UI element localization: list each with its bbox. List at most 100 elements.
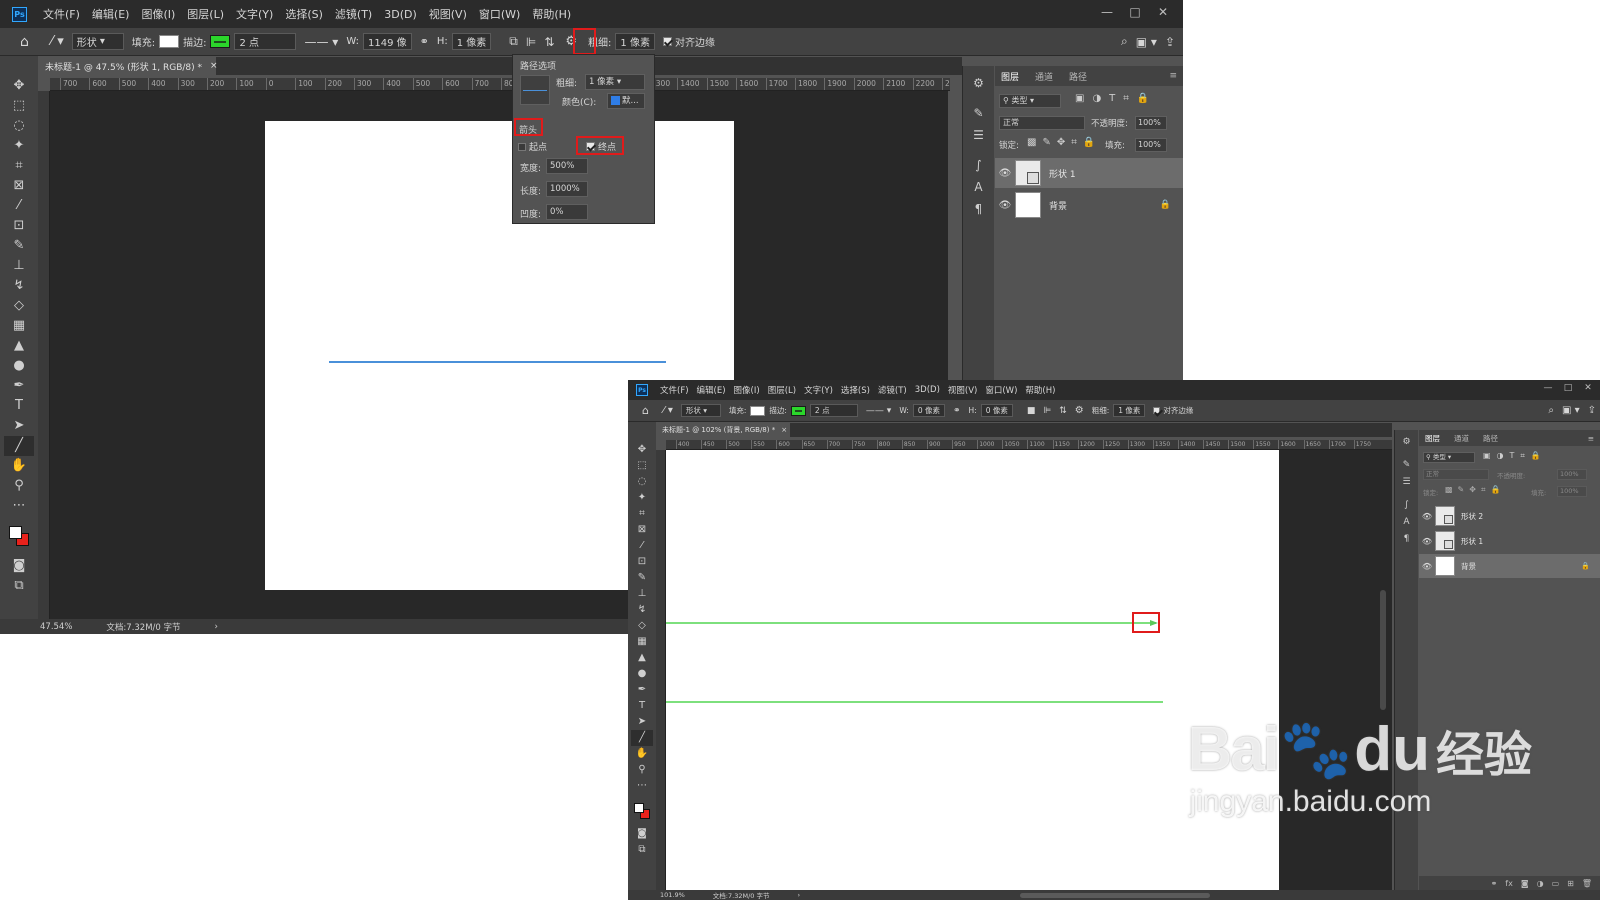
link-icon[interactable]: ⚭ — [420, 35, 429, 48]
blend-mode-select[interactable]: 正常 — [1423, 469, 1489, 480]
path-arrangement-icon[interactable]: ⇅ — [1059, 406, 1067, 416]
blend-mode-select[interactable]: 正常 — [999, 116, 1085, 130]
line-tool-icon[interactable]: ╱ — [4, 436, 34, 456]
search-icon[interactable]: ⌕ — [1121, 34, 1128, 49]
menu-image[interactable]: 图像(I) — [730, 384, 764, 396]
document-tab[interactable]: 未标题-1 @ 47.5% (形状 1, RGB/8) * × — [38, 57, 218, 75]
tab-layers[interactable]: 图层 — [1001, 70, 1019, 83]
tool-mode-select[interactable]: 形状 ▾ — [680, 404, 721, 417]
eraser-tool-icon[interactable]: ◇ — [4, 296, 34, 316]
canvas-area[interactable] — [666, 450, 1392, 890]
horizontal-scrollbar[interactable] — [1020, 892, 1211, 898]
maximize-button[interactable]: □ — [1558, 380, 1578, 396]
weight-input[interactable]: 1 像素 — [615, 33, 655, 50]
paragraph-icon[interactable]: ¶ — [1404, 531, 1410, 548]
share-icon[interactable]: ⇪ — [1165, 35, 1175, 49]
path-color-select[interactable]: 默... — [607, 93, 645, 109]
close-tab-icon[interactable]: × — [210, 61, 218, 71]
gradient-tool-icon[interactable]: ▦ — [631, 634, 653, 650]
link-layers-icon[interactable]: ⚭ — [1491, 879, 1498, 888]
maximize-button[interactable]: □ — [1121, 0, 1149, 24]
line-tool-preset-icon[interactable]: ⁄ ▾ — [51, 34, 64, 49]
zoom-tool-icon[interactable]: ⚲ — [4, 476, 34, 496]
fill-swatch[interactable] — [750, 405, 766, 416]
type-tool-icon[interactable]: T — [631, 698, 653, 714]
home-icon[interactable]: ⌂ — [642, 404, 649, 417]
screen-mode-icon[interactable]: ⧉ — [631, 842, 653, 858]
minimize-button[interactable]: — — [1093, 0, 1121, 24]
crop-tool-icon[interactable]: ⌗ — [631, 506, 653, 522]
menu-filter[interactable]: 滤镜(T) — [874, 384, 911, 396]
healing-tool-icon[interactable]: ⊡ — [631, 554, 653, 570]
layer-filter-select[interactable]: ⚲ 类型 ▾ — [1423, 452, 1475, 463]
line-tool-preset-icon[interactable]: ⁄ ▾ — [663, 405, 673, 416]
layer-row-shape-1[interactable]: 👁 形状 1 — [1419, 529, 1600, 553]
lasso-tool-icon[interactable]: ◌ — [631, 474, 653, 490]
opacity-input[interactable]: 100% — [1135, 116, 1167, 130]
visibility-eye-icon[interactable]: 👁 — [995, 168, 1015, 179]
eraser-tool-icon[interactable]: ◇ — [631, 618, 653, 634]
properties-icon[interactable]: ⚙ — [973, 72, 984, 94]
lock-icons[interactable]: ▩✎✥⌗🔒 — [1027, 137, 1101, 148]
menu-view[interactable]: 视图(V) — [423, 6, 473, 22]
character-icon[interactable]: A — [1403, 514, 1409, 531]
paths-strip-icon[interactable]: ∫ — [975, 154, 981, 176]
settings-gear-icon[interactable]: ⚙ — [1075, 405, 1084, 416]
dodge-tool-icon[interactable]: ● — [631, 666, 653, 682]
weight-input[interactable]: 1 像素 — [1113, 404, 1146, 417]
menu-image[interactable]: 图像(I) — [135, 6, 181, 22]
tab-channels[interactable]: 通道 — [1454, 433, 1469, 444]
tab-paths[interactable]: 路径 — [1069, 70, 1087, 83]
more-tools-icon[interactable]: ⋯ — [631, 778, 653, 794]
path-selection-tool-icon[interactable]: ➤ — [631, 714, 653, 730]
stroke-swatch[interactable] — [790, 405, 806, 416]
layer-filter-icons[interactable]: ▣◑T⌗🔒 — [1075, 93, 1157, 104]
foreground-color-swatch[interactable] — [634, 803, 644, 813]
align-edges-checkbox[interactable]: 对齐边缘 — [662, 34, 715, 49]
more-tools-icon[interactable]: ⋯ — [4, 496, 34, 516]
frame-tool-icon[interactable]: ⊠ — [631, 522, 653, 538]
width-input[interactable]: 0 像素 — [912, 404, 945, 417]
stamp-tool-icon[interactable]: ⊥ — [631, 586, 653, 602]
tab-paths[interactable]: 路径 — [1483, 433, 1498, 444]
menu-file[interactable]: 文件(F) — [37, 6, 86, 22]
paragraph-icon[interactable]: ¶ — [975, 198, 983, 220]
home-icon[interactable]: ⌂ — [20, 34, 29, 50]
eyedropper-tool-icon[interactable]: ⁄ — [631, 538, 653, 554]
quick-mask-icon[interactable]: ◙ — [631, 826, 653, 842]
menu-edit[interactable]: 编辑(E) — [86, 6, 136, 22]
workspace-icon[interactable]: ▣ ▾ — [1562, 405, 1580, 416]
stroke-style-icon[interactable]: —— ▾ — [304, 35, 338, 49]
stamp-tool-icon[interactable]: ⊥ — [4, 256, 34, 276]
menu-window[interactable]: 窗口(W) — [473, 6, 526, 22]
path-alignment-icon[interactable]: ⊫ — [1043, 406, 1051, 416]
tab-layers[interactable]: 图层 — [1425, 433, 1440, 444]
adjustments-icon[interactable]: ☰ — [973, 124, 984, 146]
history-brush-icon[interactable]: ↯ — [631, 602, 653, 618]
link-icon[interactable]: ⚭ — [953, 406, 961, 416]
menu-layer[interactable]: 图层(L) — [764, 384, 800, 396]
height-input[interactable]: 1 像素 — [451, 33, 492, 50]
visibility-eye-icon[interactable]: 👁 — [1419, 562, 1435, 571]
green-line-shape[interactable] — [666, 701, 1163, 703]
menu-type[interactable]: 文字(Y) — [230, 6, 279, 22]
layer-row-background[interactable]: 👁 背景 🔒 — [995, 190, 1183, 220]
menu-layer[interactable]: 图层(L) — [181, 6, 230, 22]
screen-mode-icon[interactable]: ⧉ — [4, 576, 34, 596]
stroke-width-input[interactable]: 2 点 — [809, 404, 858, 417]
stroke-style-icon[interactable]: —— ▾ — [866, 406, 891, 416]
tab-channels[interactable]: 通道 — [1035, 70, 1053, 83]
path-operations-icon[interactable]: ⧉ — [509, 34, 518, 49]
add-mask-icon[interactable]: ◙ — [1521, 879, 1529, 888]
close-button[interactable]: ✕ — [1149, 0, 1177, 24]
panel-menu-icon[interactable]: ≡ — [1169, 71, 1177, 81]
stroke-swatch[interactable] — [210, 35, 231, 48]
lasso-tool-icon[interactable]: ◌ — [4, 116, 34, 136]
healing-tool-icon[interactable]: ⊡ — [4, 216, 34, 236]
type-tool-icon[interactable]: T — [4, 396, 34, 416]
brush-settings-icon[interactable]: ✎ — [1403, 457, 1411, 474]
move-tool-icon[interactable]: ✥ — [4, 76, 34, 96]
visibility-eye-icon[interactable]: 👁 — [1419, 537, 1435, 546]
fill-opacity-input[interactable]: 100% — [1557, 486, 1587, 497]
menu-3d[interactable]: 3D(D) — [911, 385, 944, 395]
